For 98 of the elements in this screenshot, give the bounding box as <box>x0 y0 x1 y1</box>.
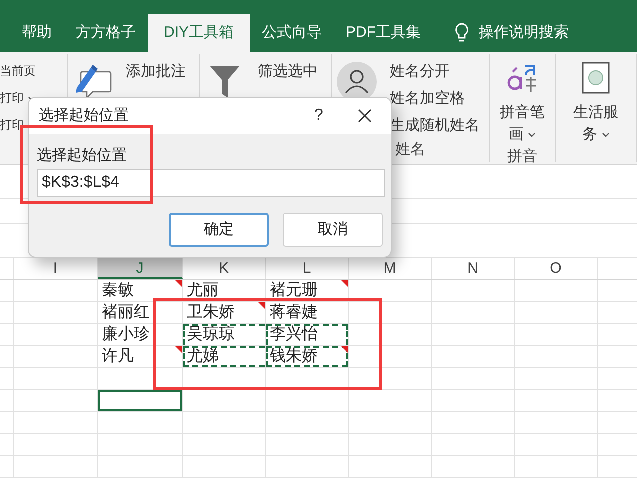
table-cell[interactable]: 许凡 <box>98 346 183 368</box>
table-cell[interactable]: 钱朱娇 <box>266 346 349 368</box>
column-header[interactable]: J <box>98 258 183 279</box>
ribbon-button[interactable]: 姓名分开 <box>382 58 480 85</box>
table-cell[interactable] <box>266 390 349 412</box>
table-cell[interactable] <box>183 390 266 412</box>
lightbulb-icon <box>455 23 470 43</box>
table-cell[interactable] <box>98 390 183 412</box>
table-cell[interactable] <box>183 412 266 434</box>
table-cell[interactable] <box>515 280 598 302</box>
table-cell[interactable] <box>515 324 598 346</box>
table-cell[interactable] <box>515 368 598 390</box>
table-cell[interactable]: 卫朱娇 <box>183 302 266 324</box>
table-cell[interactable] <box>98 368 183 390</box>
table-cell[interactable] <box>432 346 515 368</box>
table-cell[interactable] <box>515 434 598 456</box>
table-cell[interactable] <box>349 302 432 324</box>
table-cell[interactable] <box>98 412 183 434</box>
row-header[interactable] <box>0 434 14 456</box>
row-header[interactable] <box>0 412 14 434</box>
table-cell[interactable]: 廉小珍 <box>98 324 183 346</box>
ribbon-tab[interactable]: PDF工具集 <box>334 14 434 52</box>
dialog-button[interactable]: 确定 <box>169 213 269 247</box>
table-cell[interactable] <box>14 302 98 324</box>
column-header[interactable]: O <box>515 258 598 279</box>
row-header[interactable] <box>0 456 14 478</box>
table-cell[interactable] <box>183 456 266 478</box>
row-header[interactable] <box>0 302 14 324</box>
table-cell[interactable] <box>515 456 598 478</box>
table-cell[interactable] <box>349 434 432 456</box>
table-cell[interactable]: 蒋睿婕 <box>266 302 349 324</box>
table-cell[interactable]: 秦敏 <box>98 280 183 302</box>
ribbon-button[interactable]: 生活服务 <box>571 102 621 146</box>
help-button[interactable]: ? <box>299 104 339 128</box>
table-cell[interactable] <box>266 456 349 478</box>
dialog-button[interactable]: 取消 <box>283 213 383 247</box>
ribbon-tab[interactable]: 方方格子 <box>64 14 148 52</box>
table-cell[interactable] <box>515 346 598 368</box>
table-cell[interactable] <box>432 368 515 390</box>
table-cell[interactable] <box>14 434 98 456</box>
table-cell[interactable] <box>14 412 98 434</box>
table-cell[interactable] <box>14 280 98 302</box>
ribbon-button[interactable]: 拼音笔画 <box>498 102 548 146</box>
service-icon <box>582 62 610 94</box>
table-cell[interactable]: 褚元珊 <box>266 280 349 302</box>
column-header[interactable]: N <box>432 258 515 279</box>
table-cell[interactable] <box>349 390 432 412</box>
tell-me-search[interactable]: 操作说明搜索 <box>479 22 570 44</box>
table-cell[interactable] <box>266 434 349 456</box>
table-cell[interactable]: 吴琼琼 <box>183 324 266 346</box>
table-cell[interactable] <box>266 412 349 434</box>
ribbon-button[interactable]: 添加批注 <box>118 58 186 85</box>
ribbon-tab[interactable]: 帮助 <box>10 14 64 52</box>
caret-icon <box>602 132 610 138</box>
group-label: 拼音 <box>506 147 538 167</box>
table-cell[interactable] <box>432 456 515 478</box>
table-cell[interactable] <box>183 434 266 456</box>
group-label: 姓名 <box>394 140 426 160</box>
table-cell[interactable] <box>432 302 515 324</box>
ribbon-button[interactable]: 筛选选中 <box>250 58 318 85</box>
table-cell[interactable]: 尤娣 <box>183 346 266 368</box>
close-icon <box>358 109 372 123</box>
row-header[interactable] <box>0 368 14 390</box>
table-cell[interactable] <box>14 390 98 412</box>
table-cell[interactable] <box>98 456 183 478</box>
caret-icon <box>528 132 536 138</box>
ribbon-tab[interactable]: 公式向导 <box>250 14 334 52</box>
table-cell[interactable] <box>432 434 515 456</box>
table-cell[interactable] <box>432 390 515 412</box>
ribbon-button[interactable]: 当前页 <box>0 58 36 85</box>
field-label: 选择起始位置 <box>37 146 128 166</box>
table-cell[interactable] <box>349 324 432 346</box>
table-cell[interactable]: 李兴怡 <box>266 324 349 346</box>
table-cell[interactable] <box>14 456 98 478</box>
table-cell[interactable] <box>14 324 98 346</box>
row-header[interactable] <box>0 324 14 346</box>
table-cell[interactable] <box>349 412 432 434</box>
row-header[interactable] <box>0 280 14 302</box>
ribbon-button[interactable]: 姓名加空格 <box>382 85 480 112</box>
table-cell[interactable] <box>432 412 515 434</box>
row-header[interactable] <box>0 390 14 412</box>
ribbon-tab[interactable]: DIY工具箱 <box>148 14 250 52</box>
table-cell[interactable] <box>432 280 515 302</box>
table-cell[interactable] <box>515 412 598 434</box>
table-cell[interactable]: 尤丽 <box>183 280 266 302</box>
dialog-title: 选择起始位置 <box>39 106 130 126</box>
row-header[interactable] <box>0 346 14 368</box>
table-cell[interactable]: 褚丽红 <box>98 302 183 324</box>
table-cell[interactable] <box>515 302 598 324</box>
table-cell[interactable] <box>349 346 432 368</box>
table-cell[interactable] <box>98 434 183 456</box>
table-cell[interactable] <box>14 346 98 368</box>
input-field[interactable]: $K$3:$L$4 <box>37 169 385 197</box>
table-cell[interactable] <box>349 456 432 478</box>
table-cell[interactable] <box>432 324 515 346</box>
table-cell[interactable] <box>515 390 598 412</box>
table-cell[interactable] <box>349 280 432 302</box>
table-cell[interactable] <box>14 368 98 390</box>
